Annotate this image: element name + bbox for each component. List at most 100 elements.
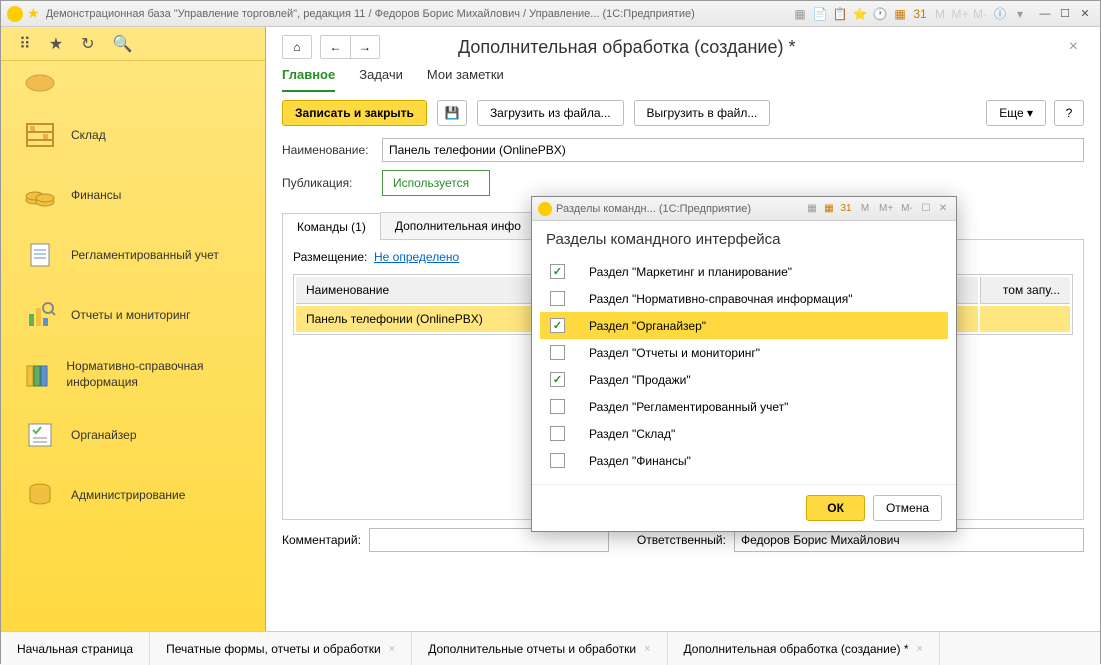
checkbox[interactable]: ✓ [550, 318, 565, 333]
sidebar-item-regulated[interactable]: Регламентированный учет [1, 225, 265, 285]
favorite-icon[interactable]: ★ [27, 5, 40, 22]
sidebar-item-top[interactable] [1, 61, 265, 105]
section-item[interactable]: ✓ Раздел "Продажи" [540, 366, 948, 393]
ok-button[interactable]: ОК [806, 495, 865, 521]
sidebar-item-finance[interactable]: Финансы [1, 165, 265, 225]
home-button[interactable]: ⌂ [282, 35, 312, 59]
calendar-icon[interactable]: 31 [912, 6, 928, 22]
publication-dropdown[interactable]: Используется [382, 170, 490, 196]
star-icon[interactable]: ★ [49, 34, 63, 54]
app-icon [538, 202, 552, 216]
more-button[interactable]: Еще ▾ [986, 100, 1046, 126]
mem-mminus[interactable]: M- [972, 6, 988, 22]
close-icon[interactable]: × [389, 643, 395, 655]
minimize-button[interactable]: — [1036, 6, 1054, 22]
dialog-maximize[interactable]: ☐ [919, 203, 933, 214]
roll-icon [19, 65, 61, 101]
table-header-2[interactable]: том запу... [980, 277, 1070, 304]
save-close-button[interactable]: Записать и закрыть [282, 100, 427, 126]
mem-m[interactable]: M [858, 203, 872, 214]
maximize-button[interactable]: ☐ [1056, 6, 1074, 22]
checkbox[interactable] [550, 426, 565, 441]
comment-label: Комментарий: [282, 533, 361, 547]
close-icon[interactable]: × [644, 643, 650, 655]
dialog-header: Разделы командного интерфейса [532, 221, 956, 254]
bottom-tab-start[interactable]: Начальная страница [1, 632, 150, 665]
responsible-label: Ответственный: [637, 533, 726, 547]
search-icon[interactable]: 🔍 [112, 34, 132, 54]
checkbox[interactable] [550, 399, 565, 414]
tab-main[interactable]: Главное [282, 63, 335, 92]
sidebar-item-label: Органайзер [71, 428, 137, 442]
tab-notes[interactable]: Мои заметки [427, 63, 504, 92]
placement-label: Размещение: [293, 250, 367, 264]
tab-tasks[interactable]: Задачи [359, 63, 403, 92]
sidebar-item-label: Отчеты и мониторинг [71, 308, 191, 322]
section-item[interactable]: Раздел "Отчеты и мониторинг" [540, 339, 948, 366]
section-item[interactable]: ✓Раздел "Маркетинг и планирование" [540, 258, 948, 285]
section-label: Раздел "Продажи" [589, 373, 691, 387]
checkbox[interactable] [550, 453, 565, 468]
help-button[interactable]: ? [1054, 100, 1084, 126]
sidebar-item-organizer[interactable]: Органайзер [1, 405, 265, 465]
calc-icon[interactable]: ▦ [822, 203, 836, 214]
mem-mminus[interactable]: M- [900, 203, 914, 214]
back-button[interactable]: ← [320, 35, 350, 59]
close-button[interactable]: ✕ [1076, 6, 1094, 22]
checkbox[interactable] [550, 345, 565, 360]
section-item[interactable]: Раздел "Финансы" [540, 447, 948, 474]
bottom-tab-print[interactable]: Печатные формы, отчеты и обработки× [150, 632, 412, 665]
chart-icon [19, 297, 61, 333]
section-item[interactable]: Раздел "Регламентированный учет" [540, 393, 948, 420]
tool-icon[interactable]: ▦ [805, 203, 819, 214]
bottom-tab-reports[interactable]: Дополнительные отчеты и обработки× [412, 632, 667, 665]
export-file-button[interactable]: Выгрузить в файл... [634, 100, 771, 126]
dialog-titlebar[interactable]: Разделы командн... (1С:Предприятие) ▦ ▦ … [532, 197, 956, 221]
sidebar-item-reports[interactable]: Отчеты и мониторинг [1, 285, 265, 345]
section-item[interactable]: Раздел "Склад" [540, 420, 948, 447]
tool-icon[interactable]: ▦ [792, 6, 808, 22]
bottom-tab-current[interactable]: Дополнительная обработка (создание) *× [668, 632, 940, 665]
sections-dialog: Разделы командн... (1С:Предприятие) ▦ ▦ … [531, 196, 957, 532]
calc-icon[interactable]: ▦ [892, 6, 908, 22]
close-icon[interactable]: × [917, 643, 923, 655]
sidebar-item-reference[interactable]: Нормативно-справочная информация [1, 345, 265, 405]
inner-tab-commands[interactable]: Команды (1) [282, 213, 381, 240]
app-icon [7, 6, 23, 22]
name-input[interactable] [382, 138, 1084, 162]
load-file-button[interactable]: Загрузить из файла... [477, 100, 624, 126]
info-icon[interactable]: ⓘ [992, 6, 1008, 22]
sidebar-item-warehouse[interactable]: Склад [1, 105, 265, 165]
page-title: Дополнительная обработка (создание) * [458, 37, 795, 58]
forward-button[interactable]: → [350, 35, 380, 59]
name-label: Наименование: [282, 143, 382, 157]
mem-mplus[interactable]: M+ [879, 203, 893, 214]
close-page-button[interactable]: × [1063, 38, 1084, 56]
section-item[interactable]: Раздел "Нормативно-справочная информация… [540, 285, 948, 312]
checkbox[interactable] [550, 291, 565, 306]
section-label: Раздел "Нормативно-справочная информация… [589, 292, 853, 306]
page-tabs: Главное Задачи Мои заметки [282, 63, 1084, 92]
apps-icon[interactable]: ⠿ [19, 34, 31, 54]
tool-icon[interactable]: 📄 [812, 6, 828, 22]
dialog-close[interactable]: ✕ [936, 203, 950, 214]
checkbox[interactable]: ✓ [550, 372, 565, 387]
inner-tab-info[interactable]: Дополнительная инфо [380, 212, 536, 239]
sidebar-items: Склад Финансы Регламентированный учет От… [1, 61, 265, 631]
cancel-button[interactable]: Отмена [873, 495, 942, 521]
mem-m[interactable]: M [932, 6, 948, 22]
mem-mplus[interactable]: M+ [952, 6, 968, 22]
dropdown-icon[interactable]: ▾ [1012, 6, 1028, 22]
tool-icon[interactable]: 🕐 [872, 6, 888, 22]
window-titlebar: ★ Демонстрационная база "Управление торг… [1, 1, 1100, 27]
tool-icon[interactable]: ⭐ [852, 6, 868, 22]
history-icon[interactable]: ↻ [81, 34, 94, 54]
placement-link[interactable]: Не определено [374, 250, 459, 264]
checkbox[interactable]: ✓ [550, 264, 565, 279]
section-item[interactable]: ✓Раздел "Органайзер" [540, 312, 948, 339]
tool-icon[interactable]: 📋 [832, 6, 848, 22]
calendar-icon[interactable]: 31 [839, 203, 853, 214]
save-button[interactable]: 💾 [437, 100, 467, 126]
sidebar-item-label: Финансы [71, 188, 121, 202]
sidebar-item-admin[interactable]: Администрирование [1, 465, 265, 525]
